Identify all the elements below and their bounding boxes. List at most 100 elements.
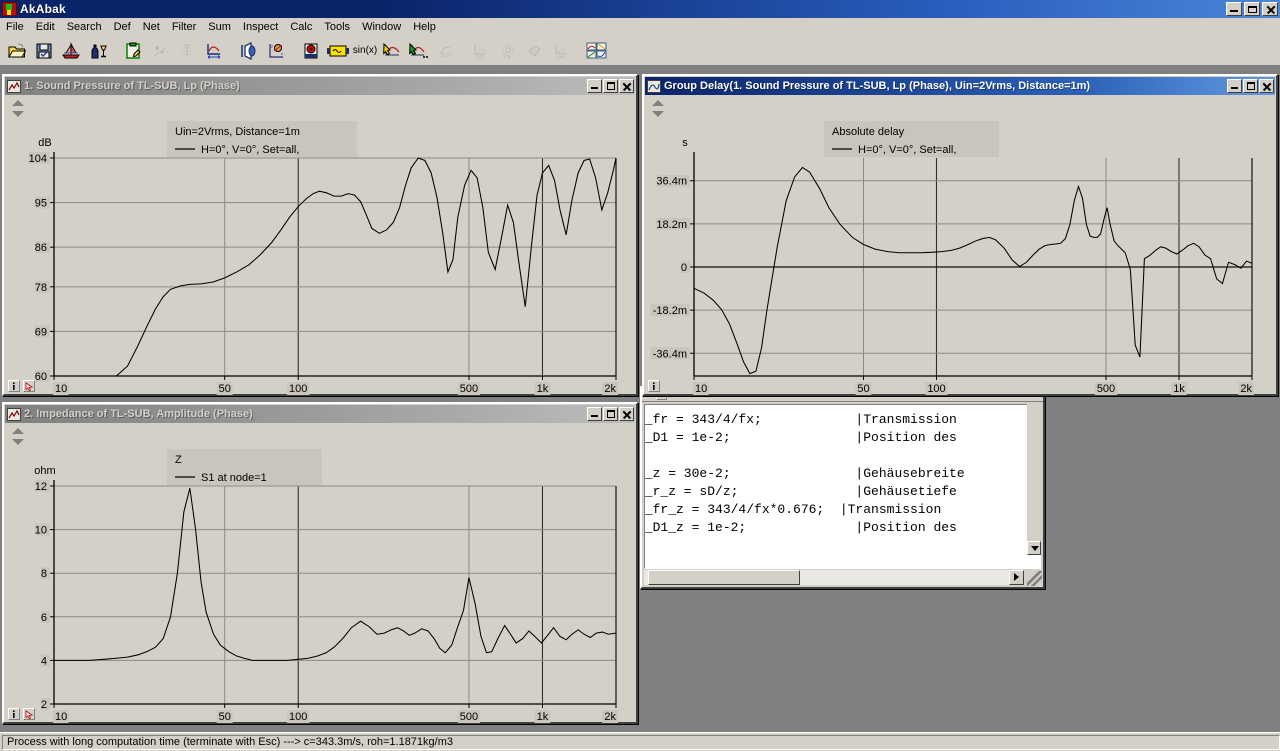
xy-node-icon[interactable]: y x [263, 38, 289, 63]
toolbar-separator [290, 38, 297, 63]
menu-item-search[interactable]: Search [61, 20, 108, 34]
menu-item-file[interactable]: File [0, 20, 30, 34]
svg-text:Absolute delay: Absolute delay [832, 126, 905, 138]
svg-text:2k: 2k [604, 711, 616, 723]
svg-text:1k: 1k [537, 383, 549, 395]
menu-item-edit[interactable]: Edit [30, 20, 61, 34]
svg-text:0: 0 [681, 262, 687, 274]
hscroll-right-button[interactable] [1009, 570, 1024, 585]
impedance-maximize-button[interactable] [603, 407, 618, 421]
scroll-down-button[interactable] [1027, 541, 1041, 555]
akabak-application-window: AkAbak File Edit Search Def Net Filter S… [0, 0, 1280, 751]
svg-text:SPL: SPL [476, 55, 486, 60]
svg-text:10: 10 [55, 383, 67, 395]
menu-item-filter[interactable]: Filter [166, 20, 202, 34]
svg-text:Uin=2Vrms, Distance=1m: Uin=2Vrms, Distance=1m [175, 126, 300, 138]
group-delay-window[interactable]: Group Delay(1. Sound Pressure of TL-SUB,… [642, 74, 1278, 396]
hscroll-thumb[interactable] [648, 570, 800, 585]
editor-horizontal-scrollbar[interactable] [644, 570, 1041, 585]
sound-pressure-minimize-button[interactable] [587, 79, 602, 93]
svg-text:500: 500 [460, 711, 478, 723]
svg-text:H=0°, V=0°, Set=all,: H=0°, V=0°, Set=all, [201, 144, 299, 156]
svg-text:y: y [271, 43, 273, 48]
svg-text:86: 86 [35, 242, 47, 254]
group-delay-body: -36.4m-18.2m018.2m36.4m10501005001k2ksFr… [644, 96, 1276, 394]
app-maximize-button[interactable] [1244, 2, 1260, 16]
chart-window-icon [7, 80, 21, 93]
ppt-dim-icon: PPT [433, 38, 459, 63]
impedance-minimize-button[interactable] [587, 407, 602, 421]
svg-text:78: 78 [35, 282, 47, 294]
ship-icon[interactable] [58, 38, 84, 63]
menu-item-tools[interactable]: Tools [318, 20, 356, 34]
status-message: Process with long computation time (term… [2, 735, 1280, 750]
four-charts-icon[interactable] [584, 38, 610, 63]
svg-text:4: 4 [41, 655, 47, 667]
script-code-text: x_fr = 343/4/fx; |Transmission x_D1 = 1e… [644, 411, 965, 555]
menu-item-inspect[interactable]: Inspect [237, 20, 284, 34]
impedance-title: 2. Impedance of TL-SUB, Amplitude (Phase… [24, 408, 253, 420]
sound-pressure-plot[interactable]: 606978869510410501005001k2kdBFrequencyHz… [4, 96, 636, 396]
clipboard-edit-icon[interactable] [120, 38, 146, 63]
save-file-icon[interactable] [31, 38, 57, 63]
script-editor-window[interactable]: □ x_fr = 343/4/fx; |Transmission x_D1 = … [640, 386, 1045, 589]
group-delay-title: Group Delay(1. Sound Pressure of TL-SUB,… [664, 80, 1090, 92]
cursor-icon-button[interactable] [23, 380, 35, 392]
group-delay-maximize-button[interactable] [1243, 79, 1258, 93]
menu-item-help[interactable]: Help [407, 20, 442, 34]
info-icon-button[interactable] [8, 708, 20, 720]
driver-icon[interactable] [236, 38, 262, 63]
svg-text:60: 60 [35, 371, 47, 383]
menu-item-window[interactable]: Window [356, 20, 407, 34]
app-minimize-button[interactable] [1226, 2, 1242, 16]
svg-text:dB: dB [38, 137, 51, 149]
svg-text:-18.2m: -18.2m [653, 305, 687, 317]
sound-pressure-maximize-button[interactable] [603, 79, 618, 93]
red-led-icon[interactable] [298, 38, 324, 63]
menu-item-def[interactable]: Def [108, 20, 137, 34]
sound-pressure-title-bar[interactable]: 1. Sound Pressure of TL-SUB, Lp (Phase) [5, 77, 635, 95]
info-icon-button[interactable] [8, 380, 20, 392]
sin-x-icon[interactable]: sin(x) [352, 38, 378, 63]
svg-text:-36.4m: -36.4m [653, 348, 687, 360]
impedance-window[interactable]: 2. Impedance of TL-SUB, Amplitude (Phase… [2, 402, 638, 724]
svg-text:104: 104 [29, 153, 47, 165]
script-code-area[interactable]: x_fr = 343/4/fx; |Transmission x_D1 = 1e… [644, 404, 1041, 569]
open-file-icon[interactable] [4, 38, 30, 63]
curve-yellow-arrow-icon[interactable] [379, 38, 405, 63]
impedance-title-bar[interactable]: 2. Impedance of TL-SUB, Amplitude (Phase… [5, 405, 635, 423]
app-title: AkAbak [20, 2, 66, 16]
svg-text:2k: 2k [1240, 383, 1252, 395]
toolbar-separator [576, 38, 583, 63]
cursor-icon-button[interactable] [23, 708, 35, 720]
editor-vertical-scrollbar[interactable] [1027, 404, 1041, 555]
sound-pressure-window[interactable]: 1. Sound Pressure of TL-SUB, Lp (Phase) … [2, 74, 638, 396]
group-delay-title-bar[interactable]: Group Delay(1. Sound Pressure of TL-SUB,… [645, 77, 1275, 95]
menu-item-sum[interactable]: Sum [202, 20, 237, 34]
svg-text:69: 69 [35, 326, 47, 338]
editor-resize-grip[interactable] [1027, 571, 1042, 586]
toolbar-separator [112, 38, 119, 63]
curve-green-arrow-icon[interactable] [406, 38, 432, 63]
svg-text:50: 50 [219, 383, 231, 395]
app-close-button[interactable] [1262, 2, 1278, 16]
bottle-glass-icon[interactable] [85, 38, 111, 63]
svg-text:50: 50 [219, 711, 231, 723]
group-delay-close-button[interactable] [1259, 79, 1274, 93]
sound-pressure-body: 606978869510410501005001k2kdBFrequencyHz… [4, 96, 636, 394]
svg-text:2: 2 [41, 699, 47, 711]
svg-text:1k: 1k [1173, 383, 1185, 395]
info-icon-button[interactable] [648, 380, 660, 392]
sound-pressure-close-button[interactable] [619, 79, 634, 93]
impedance-close-button[interactable] [619, 407, 634, 421]
menu-item-calc[interactable]: Calc [284, 20, 318, 34]
group-delay-plot[interactable]: -36.4m-18.2m018.2m36.4m10501005001k2ksFr… [644, 96, 1276, 396]
toolbar-separator [460, 38, 467, 63]
filter-box-icon[interactable] [325, 38, 351, 63]
svg-text:50: 50 [857, 383, 869, 395]
group-delay-minimize-button[interactable] [1227, 79, 1242, 93]
impedance-plot[interactable]: 2468101210501005001k2kohmFrequencyHzZS1 … [4, 424, 636, 724]
menu-item-net[interactable]: Net [137, 20, 166, 34]
scatter-dim-icon [147, 38, 173, 63]
axes-curve-icon[interactable] [201, 38, 227, 63]
